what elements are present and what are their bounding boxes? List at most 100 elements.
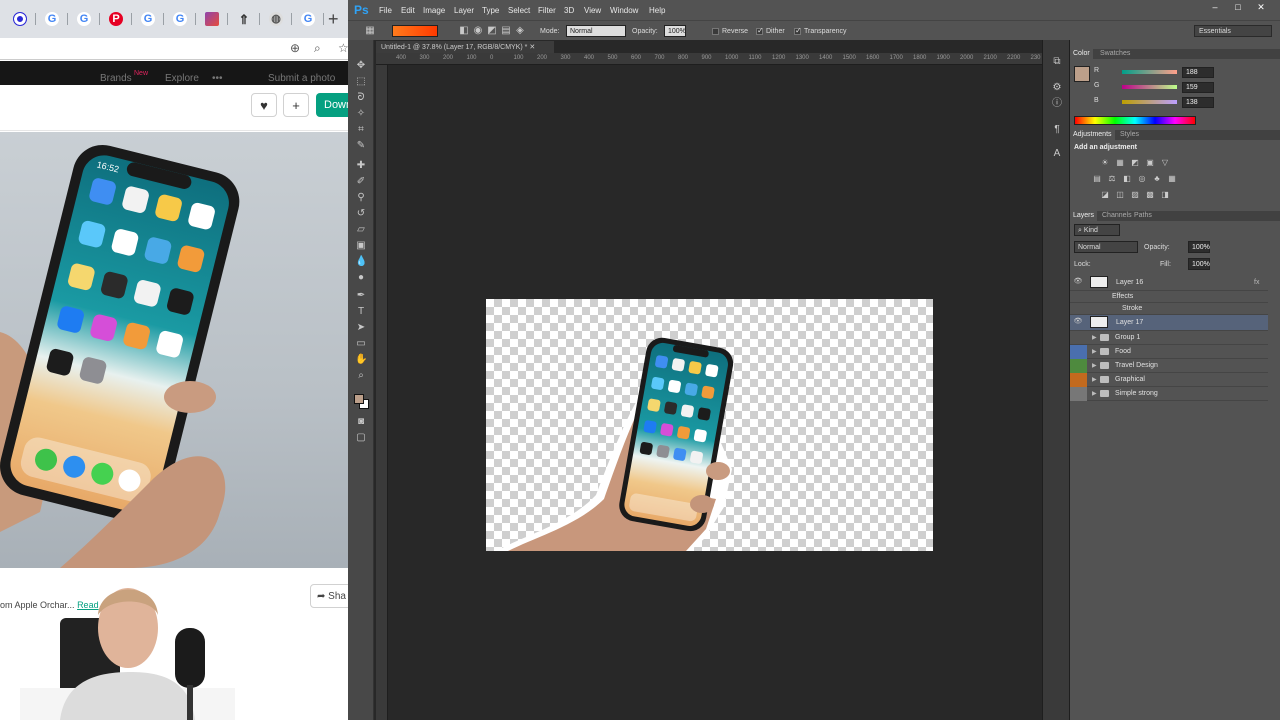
radial-gradient-icon[interactable]: ◉ — [472, 25, 484, 37]
adjustment-icon[interactable]: ☀ — [1100, 158, 1110, 168]
adjustment-icon[interactable]: ▦ — [1167, 174, 1177, 184]
quick-mask-icon[interactable]: ◙ — [355, 416, 367, 428]
current-color-swatch[interactable] — [1074, 66, 1090, 82]
gradient-tool-icon[interactable]: ▣ — [355, 240, 367, 252]
browser-tab[interactable]: G — [292, 5, 324, 33]
angle-gradient-icon[interactable]: ◩ — [486, 25, 498, 37]
menu-type[interactable]: Type — [482, 6, 499, 15]
document-canvas[interactable] — [486, 299, 933, 551]
opacity-field[interactable]: 100% — [664, 25, 686, 37]
browser-tab[interactable]: G — [68, 5, 100, 33]
magic-wand-tool-icon[interactable]: ✧ — [355, 108, 367, 120]
marquee-tool-icon[interactable]: ⬚ — [355, 76, 367, 88]
browser-tab[interactable]: ⇑ — [228, 5, 260, 33]
healing-brush-tool-icon[interactable]: ✚ — [355, 160, 367, 172]
tab-swatches[interactable]: Swatches — [1100, 50, 1130, 57]
visibility-eye-icon[interactable]: 👁 — [1073, 277, 1083, 287]
layer-opacity-field[interactable]: 100% — [1188, 241, 1210, 253]
zoom-tool-icon[interactable]: ⌕ — [355, 370, 367, 382]
fx-icon[interactable]: fx — [1254, 279, 1259, 286]
adjustment-icon[interactable]: ▨ — [1130, 190, 1140, 200]
dodge-tool-icon[interactable]: ● — [355, 272, 367, 284]
adjustment-icon[interactable]: ◫ — [1115, 190, 1125, 200]
close-document-icon[interactable]: ✕ — [529, 44, 535, 51]
adjustment-icon[interactable]: ▽ — [1160, 158, 1170, 168]
adjustment-icon[interactable]: ⚖ — [1107, 174, 1117, 184]
layer-row[interactable]: 👁 Layer 16 — [1070, 275, 1268, 291]
share-button[interactable]: ➦ Sha — [310, 584, 348, 608]
menu-edit[interactable]: Edit — [401, 6, 415, 15]
workspace-select[interactable]: Essentials — [1194, 25, 1272, 37]
zoom-icon[interactable]: ⊕ — [290, 41, 300, 55]
layer-row[interactable]: Stroke — [1070, 303, 1268, 315]
blur-tool-icon[interactable]: 💧 — [355, 256, 367, 268]
expand-arrow-icon[interactable]: ▶ — [1092, 362, 1097, 369]
visibility-eye-icon[interactable]: 👁 — [1073, 317, 1083, 327]
layer-row[interactable]: 👁 Layer 17 — [1070, 315, 1268, 331]
adjustment-icon[interactable]: ▤ — [1092, 174, 1102, 184]
tab-paths[interactable]: Paths — [1134, 212, 1152, 219]
adjustment-icon[interactable]: ▩ — [1145, 190, 1155, 200]
reflected-gradient-icon[interactable]: ▤ — [500, 25, 512, 37]
adjustment-icon[interactable]: ◨ — [1160, 190, 1170, 200]
nav-explore[interactable]: Explore — [165, 73, 199, 84]
adjustment-icon[interactable]: ◎ — [1137, 174, 1147, 184]
eyedropper-tool-icon[interactable]: ✎ — [355, 140, 367, 152]
move-tool-icon[interactable]: ✥ — [355, 60, 367, 72]
green-value[interactable]: 159 — [1182, 82, 1214, 93]
lasso-tool-icon[interactable]: ᘐ — [355, 92, 367, 104]
clone-stamp-tool-icon[interactable]: ⚲ — [355, 192, 367, 204]
screen-mode-icon[interactable]: ▢ — [355, 432, 367, 444]
linear-gradient-icon[interactable]: ◧ — [458, 25, 470, 37]
adjustment-icon[interactable]: ◩ — [1130, 158, 1140, 168]
expand-arrow-icon[interactable]: ▶ — [1092, 334, 1097, 341]
address-bar[interactable]: ⊕ ⌕ ☆ — [0, 38, 348, 60]
adjustment-icon[interactable]: ◪ — [1100, 190, 1110, 200]
browser-tab[interactable]: G — [132, 5, 164, 33]
browser-tab[interactable]: G — [164, 5, 196, 33]
like-button[interactable]: ♥ — [251, 93, 277, 117]
menu-window[interactable]: Window — [610, 6, 638, 15]
search-icon[interactable]: ⌕ — [314, 41, 321, 56]
gradient-picker[interactable] — [392, 25, 438, 37]
transparency-checkbox[interactable] — [794, 26, 802, 35]
eraser-tool-icon[interactable]: ▱ — [355, 224, 367, 236]
blue-value[interactable]: 138 — [1182, 97, 1214, 108]
properties-panel-icon[interactable]: ⚙ — [1051, 82, 1063, 94]
tab-adjustments[interactable]: Adjustments — [1070, 130, 1115, 140]
fill-field[interactable]: 100% — [1188, 258, 1210, 270]
add-to-collection-button[interactable]: + — [283, 93, 309, 117]
document-tab[interactable]: Untitled-1 @ 37.8% (Layer 17, RGB/8/CMYK… — [376, 41, 554, 53]
history-brush-tool-icon[interactable]: ↺ — [355, 208, 367, 220]
menu-view[interactable]: View — [584, 6, 601, 15]
expand-arrow-icon[interactable]: ▶ — [1092, 348, 1097, 355]
green-slider[interactable]: G 159 — [1094, 82, 1280, 94]
nav-brands[interactable]: Brands — [100, 73, 132, 84]
tab-channels[interactable]: Channels — [1102, 212, 1132, 219]
red-track[interactable] — [1122, 70, 1177, 74]
menu-help[interactable]: Help — [649, 6, 665, 15]
close-icon[interactable]: ✕ — [1254, 2, 1268, 14]
crop-tool-icon[interactable]: ⌗ — [355, 124, 367, 136]
browser-tab[interactable]: ◍ — [260, 5, 292, 33]
layer-filter-select[interactable]: ⌕ Kind — [1074, 224, 1120, 236]
layer-row[interactable]: ▶ Simple strong — [1070, 387, 1268, 401]
minimize-icon[interactable]: ‒ — [1208, 2, 1222, 14]
bookmark-star-icon[interactable]: ☆ — [338, 41, 348, 55]
red-slider[interactable]: R 188 — [1094, 67, 1280, 79]
gradient-tool-preset-icon[interactable]: ▦ — [364, 25, 376, 37]
menu-image[interactable]: Image — [423, 6, 445, 15]
red-value[interactable]: 188 — [1182, 67, 1214, 78]
menu-file[interactable]: File — [379, 6, 392, 15]
expand-arrow-icon[interactable]: ▶ — [1092, 376, 1097, 383]
layer-row[interactable]: ▶ Group 1 — [1070, 331, 1268, 345]
menu-layer[interactable]: Layer — [454, 6, 474, 15]
adjustment-icon[interactable]: ▣ — [1145, 158, 1155, 168]
diamond-gradient-icon[interactable]: ◈ — [514, 25, 526, 37]
download-button[interactable]: Down — [316, 93, 348, 117]
blue-track[interactable] — [1122, 100, 1177, 104]
foreground-color-swatch[interactable] — [354, 394, 364, 404]
history-panel-icon[interactable]: ⧉ — [1051, 56, 1063, 68]
adjustment-icon[interactable]: ◧ — [1122, 174, 1132, 184]
reverse-checkbox[interactable] — [712, 28, 719, 35]
